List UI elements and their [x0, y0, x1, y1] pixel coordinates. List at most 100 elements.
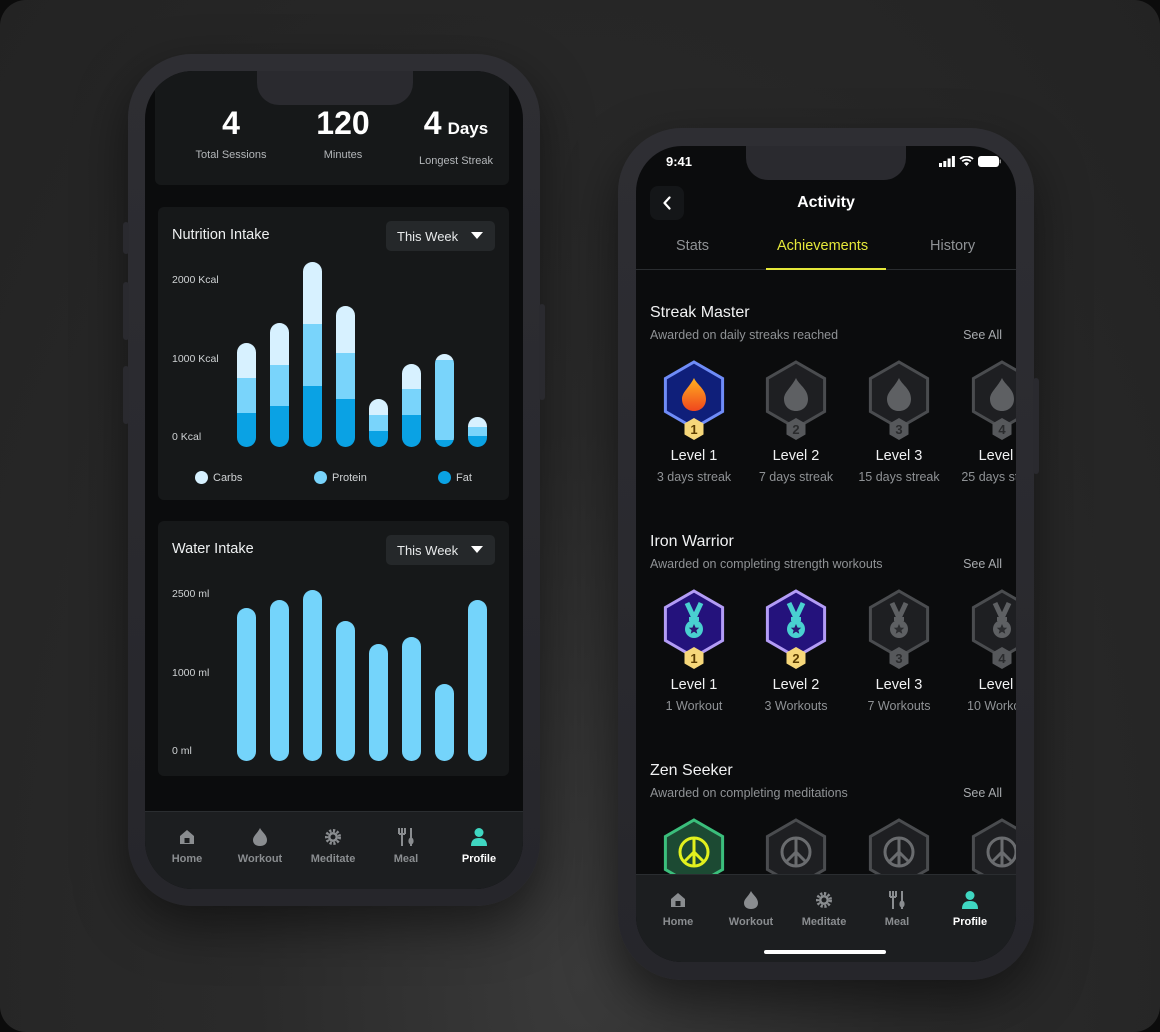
- tab-label: Meal: [884, 916, 910, 928]
- water-bar: [401, 637, 421, 761]
- tab-meal[interactable]: Meal: [861, 889, 933, 928]
- nutrition-bar: [434, 353, 454, 448]
- bar-segment-protein: [236, 378, 256, 413]
- nutrition-intake-card: Nutrition Intake This Week 2000 Kcal 100…: [158, 207, 509, 500]
- see-all-link[interactable]: See All: [963, 786, 1002, 800]
- achievement-section: Iron Warrior Awarded on completing stren…: [636, 533, 1016, 743]
- tab-label: Meal: [393, 853, 419, 865]
- tab-history[interactable]: History: [930, 238, 975, 254]
- achievement-badge[interactable]: 2 Level 2 3 Workouts: [744, 585, 848, 713]
- badge-level: Level 4: [978, 448, 1016, 464]
- nutrition-bar: [401, 363, 421, 447]
- tab-meditate[interactable]: Meditate: [788, 889, 860, 928]
- bar-segment-carbs: [434, 353, 454, 361]
- gear-icon: [788, 889, 860, 911]
- water-bar: [236, 607, 256, 761]
- stat-minutes: 120 Minutes: [284, 103, 402, 161]
- nutrition-bar: [269, 322, 289, 447]
- status-icons: [939, 156, 1002, 167]
- legend-label: Protein: [332, 471, 367, 484]
- legend-swatch: [195, 471, 208, 484]
- tab-home[interactable]: Home: [151, 826, 223, 865]
- tab-meal[interactable]: Meal: [370, 826, 442, 865]
- nutrition-bar: [368, 398, 388, 447]
- see-all-link[interactable]: See All: [963, 557, 1002, 571]
- water-bar: [434, 683, 454, 761]
- legend-swatch: [314, 471, 327, 484]
- achievement-badge[interactable]: 4 Level 4 25 days streak: [950, 356, 1016, 484]
- water-bars: [158, 521, 509, 776]
- badge-requirement: 3 days streak: [656, 470, 732, 484]
- stat-label: Total Sessions: [195, 149, 267, 161]
- badge-level: Level 4: [978, 677, 1016, 693]
- medal-badge-icon: 4: [971, 589, 1016, 669]
- nutrition-bar: [467, 417, 487, 447]
- bottom-tab-bar: Home Workout Meditate Meal Profile: [636, 874, 1016, 962]
- badge-level: Level 2: [772, 677, 820, 693]
- bar-segment-fat: [368, 430, 388, 447]
- tab-meditate[interactable]: Meditate: [297, 826, 369, 865]
- active-tab-indicator: [766, 268, 886, 270]
- home-icon: [642, 889, 714, 911]
- background-canvas: 4 Total Sessions 120 Minutes 4 Days Longe…: [0, 0, 1160, 1032]
- stat-total-sessions: 4 Total Sessions: [172, 103, 290, 161]
- achievement-badge[interactable]: 3 Level 3 7 Workouts: [847, 585, 951, 713]
- status-time: 9:41: [666, 154, 693, 169]
- badge-requirement: 15 days streak: [858, 470, 940, 484]
- section-title: Zen Seeker: [650, 762, 733, 779]
- see-all-link[interactable]: See All: [963, 328, 1002, 342]
- section-subtitle: Awarded on completing meditations: [650, 786, 848, 800]
- wifi-icon: [959, 156, 974, 166]
- tab-workout[interactable]: Workout: [715, 889, 787, 928]
- legend-label: Fat: [456, 471, 472, 484]
- stat-label: Minutes: [323, 149, 363, 161]
- badge-level: Level 2: [772, 448, 820, 464]
- bottom-tab-bar: Home Workout Meditate Meal Profile: [145, 811, 523, 889]
- tab-profile[interactable]: Profile: [443, 826, 515, 865]
- water-intake-card: Water Intake This Week 2500 ml 1000 ml 0…: [158, 521, 509, 776]
- bar-segment-carbs: [368, 398, 388, 415]
- achievement-badge[interactable]: 1 Level 1 3 days streak: [642, 356, 746, 484]
- gear-icon: [297, 826, 369, 848]
- section-subtitle: Awarded on daily streaks reached: [650, 328, 839, 342]
- bar-segment-protein: [335, 352, 355, 400]
- phone-side-button: [123, 222, 129, 254]
- legend-label: Carbs: [213, 471, 243, 484]
- tab-stats[interactable]: Stats: [676, 238, 709, 254]
- badge-level-number: 4: [998, 651, 1006, 666]
- achievement-section: Streak Master Awarded on daily streaks r…: [636, 304, 1016, 514]
- tab-achievements[interactable]: Achievements: [777, 238, 868, 254]
- water-bar: [302, 589, 322, 761]
- nutrition-bar: [236, 343, 256, 447]
- legend-fat: Fat: [438, 471, 472, 484]
- badge-level: Level 1: [670, 677, 718, 693]
- bar-segment-fat: [467, 435, 487, 447]
- badge-level-number: 3: [895, 422, 902, 437]
- bar-segment-carbs: [269, 322, 289, 365]
- badge-level-number: 2: [792, 422, 799, 437]
- tab-workout[interactable]: Workout: [224, 826, 296, 865]
- tab-profile[interactable]: Profile: [934, 889, 1006, 928]
- bar-segment-protein: [434, 360, 454, 441]
- medal-badge-icon: 2: [765, 589, 827, 669]
- badge-level-number: 4: [998, 422, 1006, 437]
- badge-requirement: 25 days streak: [961, 470, 1016, 484]
- bar-segment-protein: [368, 414, 388, 431]
- achievement-badge[interactable]: 2 Level 2 7 days streak: [744, 356, 848, 484]
- screen-left: 4 Total Sessions 120 Minutes 4 Days Longe…: [145, 71, 523, 889]
- water-bar: [467, 599, 487, 761]
- phone-right: 9:41 Activity Stats Achievements History…: [618, 128, 1039, 980]
- flame-badge-icon: 3: [868, 360, 930, 440]
- achievement-badge[interactable]: 1 Level 1 1 Workout: [642, 585, 746, 713]
- section-subtitle: Awarded on completing strength workouts: [650, 557, 883, 571]
- nutrition-bar: [335, 305, 355, 447]
- achievement-badge[interactable]: 4 Level 4 10 Workouts: [950, 585, 1016, 713]
- section-title: Iron Warrior: [650, 533, 734, 550]
- tab-home[interactable]: Home: [642, 889, 714, 928]
- bar-segment-fat: [269, 406, 289, 447]
- bar-segment-carbs: [335, 305, 355, 353]
- badge-level: Level 3: [875, 677, 923, 693]
- utensils-icon: [861, 889, 933, 911]
- page-title: Activity: [797, 194, 855, 211]
- achievement-badge[interactable]: 3 Level 3 15 days streak: [847, 356, 951, 484]
